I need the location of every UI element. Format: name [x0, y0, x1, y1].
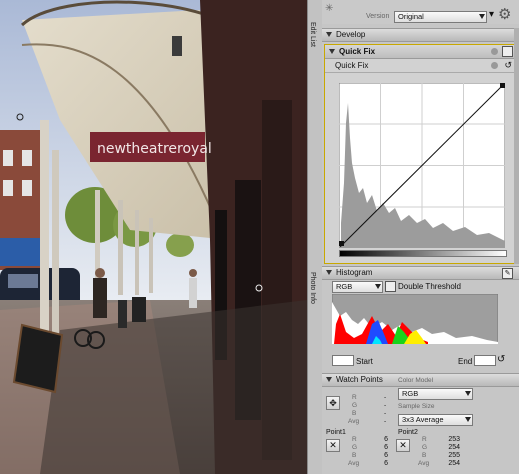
dash-value: -: [384, 418, 387, 425]
develop-header[interactable]: Develop: [322, 28, 519, 42]
channel-letter: B: [352, 452, 357, 459]
channel-letter: R: [352, 436, 357, 443]
gear-icon[interactable]: ⚙: [498, 5, 511, 23]
channel-select[interactable]: RGB: [332, 281, 383, 293]
chevron-down-icon: [375, 284, 381, 289]
input-gradient-bar: [339, 250, 507, 257]
point2-value: 254: [448, 444, 460, 451]
dropdown-icon[interactable]: ▾: [489, 9, 494, 20]
point2-value: 254: [448, 460, 460, 467]
quickfix-box: Quick Fix Quick Fix ↺: [324, 44, 517, 264]
collapse-triangle-icon: [326, 377, 332, 383]
version-select[interactable]: Original: [394, 11, 487, 23]
channel-letter: G: [352, 402, 358, 409]
point1-value: 6: [384, 460, 388, 467]
point2-value: 253: [448, 436, 460, 443]
chevron-down-icon: [479, 14, 485, 19]
reset-icon[interactable]: ↺: [497, 354, 505, 365]
point1-value: 6: [384, 452, 388, 459]
double-threshold-label: Double Threshold: [398, 282, 462, 291]
version-label: Version: [366, 13, 390, 20]
histogram-graph: [332, 294, 498, 344]
sample-size-value: 3x3 Average: [402, 415, 444, 424]
point1-value: 6: [384, 444, 388, 451]
dash-value: -: [384, 394, 387, 401]
dash-value: -: [384, 410, 387, 417]
collapse-triangle-icon: [329, 49, 335, 55]
chevron-down-icon: [465, 391, 471, 396]
histogram-header[interactable]: Histogram ✎: [322, 266, 519, 280]
start-input[interactable]: [332, 355, 354, 366]
quickfix-sub-label: Quick Fix: [335, 61, 369, 70]
close-icon: ✕: [329, 440, 337, 450]
quickfix-checkbox[interactable]: [502, 46, 513, 57]
collapse-triangle-icon: [326, 270, 332, 276]
double-threshold-checkbox[interactable]: [385, 281, 396, 292]
theatre-sign-text: newtheatreroyal: [97, 141, 212, 157]
histogram-label: Histogram: [336, 268, 373, 277]
quickfix-sub-row: Quick Fix ↺: [325, 59, 516, 73]
quickfix-title-bar[interactable]: Quick Fix: [325, 45, 516, 59]
end-label: End: [458, 357, 473, 366]
color-model-select[interactable]: RGB: [398, 388, 473, 400]
version-select-value: Original: [398, 12, 424, 21]
point2-label: Point2: [398, 429, 418, 436]
delete-point2-button[interactable]: ✕: [396, 439, 410, 452]
reset-icon[interactable]: ↺: [504, 60, 512, 71]
channel-letter: R: [352, 394, 357, 401]
watch-points-header[interactable]: Watch Points Color Model: [322, 373, 519, 387]
street-photo: newtheatreroyal: [0, 0, 307, 474]
channel-letter: R: [422, 436, 427, 443]
eyedropper-icon[interactable]: ✎: [502, 268, 513, 279]
channel-letter: B: [422, 452, 427, 459]
color-model-label: Color Model: [398, 377, 434, 384]
sparkle-icon: ✳: [325, 3, 334, 14]
sample-size-label: Sample Size: [398, 403, 435, 410]
channel-letter: Avg: [348, 460, 360, 467]
status-dot-icon: [491, 48, 498, 55]
start-label: Start: [356, 357, 373, 366]
panel-scrollbar[interactable]: [514, 28, 519, 264]
channel-letter: B: [352, 410, 357, 417]
delete-point1-button[interactable]: ✕: [326, 439, 340, 452]
end-input[interactable]: [474, 355, 496, 366]
channel-letter: Avg: [418, 460, 430, 467]
sidebar-tab-strip: Edit List Photo Info: [307, 0, 323, 474]
point1-label: Point1: [326, 429, 346, 436]
channel-letter: G: [352, 444, 358, 451]
curves-graph[interactable]: [339, 83, 505, 248]
point1-value: 6: [384, 436, 388, 443]
channel-letter: Avg: [348, 418, 360, 425]
channel-select-value: RGB: [336, 282, 353, 291]
sample-size-select[interactable]: 3x3 Average: [398, 414, 473, 426]
close-icon: ✕: [399, 440, 407, 450]
add-watch-point-button[interactable]: ✥: [326, 396, 340, 410]
edit-panel: ✳ Version Original ▾ ⚙ Develop Quick Fix…: [322, 0, 519, 474]
tab-photo-info[interactable]: Photo Info: [309, 272, 316, 304]
watch-points-label: Watch Points: [336, 375, 383, 384]
point2-value: 255: [448, 452, 460, 459]
dash-value: -: [384, 402, 387, 409]
status-dot-icon: [491, 62, 498, 69]
version-row: ✳ Version Original ▾ ⚙: [322, 0, 519, 24]
collapse-triangle-icon: [326, 32, 332, 38]
chevron-down-icon: [465, 417, 471, 422]
color-model-value: RGB: [402, 389, 419, 398]
photo-canvas[interactable]: newtheatreroyal: [0, 0, 307, 474]
channel-letter: G: [422, 444, 428, 451]
develop-label: Develop: [336, 30, 366, 39]
crosshair-icon: ✥: [329, 398, 337, 408]
tab-edit-list[interactable]: Edit List: [309, 22, 316, 47]
quickfix-title: Quick Fix: [339, 47, 376, 56]
